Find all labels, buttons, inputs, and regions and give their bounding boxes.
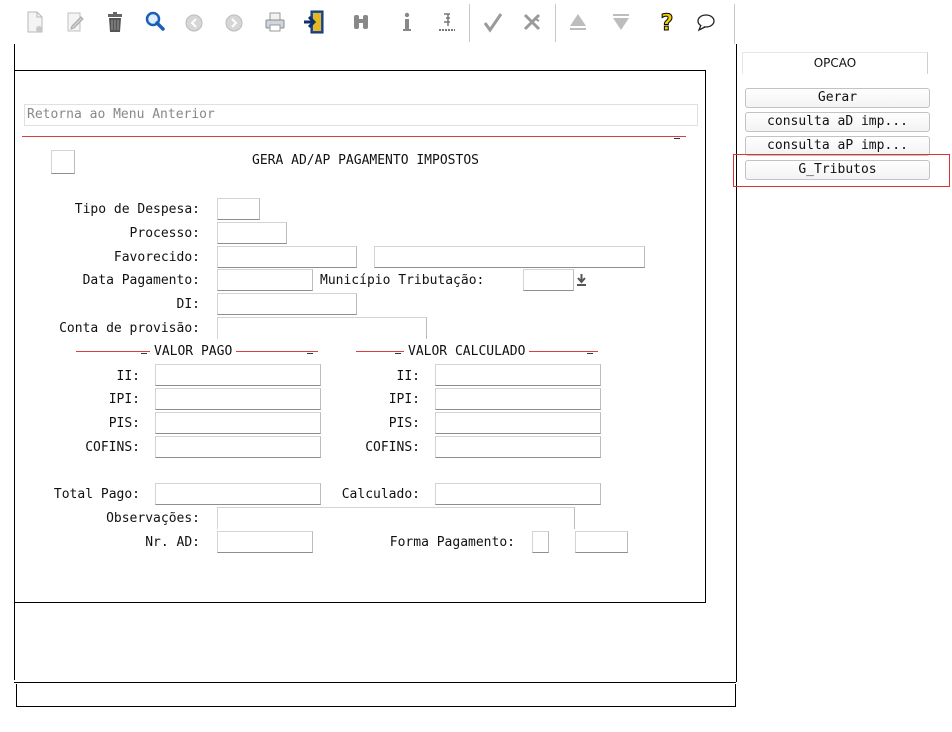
calculado-input[interactable] [435, 483, 601, 505]
pago-cofins-input[interactable] [155, 436, 321, 458]
observacoes-label: Observações: [106, 511, 200, 526]
calc-ii-input[interactable] [435, 364, 601, 386]
status-frame-bottom [16, 706, 736, 707]
valor-pago-mark [307, 353, 313, 354]
trash-icon[interactable] [100, 6, 130, 38]
pago-pis-label: PIS: [108, 416, 140, 431]
form-checkbox[interactable] [51, 150, 75, 174]
total-pago-input[interactable] [155, 483, 321, 505]
calc-cofins-label: COFINS: [365, 440, 420, 455]
processo-input[interactable] [217, 222, 287, 244]
calc-ipi-input[interactable] [435, 388, 601, 410]
total-pago-label: Total Pago: [53, 487, 140, 502]
scroll-down-icon[interactable] [606, 6, 636, 38]
valor-calculado-mark-left [395, 353, 401, 354]
di-input[interactable] [217, 293, 357, 315]
conta-provisao-label: Conta de provisão: [59, 321, 200, 336]
gerar-button[interactable]: Gerar [745, 88, 930, 108]
calc-pis-label: PIS: [388, 416, 420, 431]
data-pagamento-input[interactable] [217, 269, 313, 291]
forma-pagamento-desc-input[interactable] [575, 531, 628, 553]
favorecido-code-input[interactable] [217, 246, 357, 268]
calculado-label: Calculado: [341, 487, 420, 502]
tipo-despesa-label: Tipo de Despesa: [74, 202, 200, 217]
di-label: DI: [176, 297, 200, 312]
next-icon[interactable] [219, 6, 249, 38]
data-pagamento-label: Data Pagamento: [82, 273, 200, 288]
cancel-icon[interactable] [517, 6, 547, 38]
edit-icon[interactable] [60, 6, 90, 38]
info-icon[interactable] [392, 6, 422, 38]
status-frame-left [16, 684, 17, 707]
outer-frame-right [736, 44, 737, 682]
pago-ii-input[interactable] [155, 364, 321, 386]
g-tributos-highlight [733, 154, 950, 187]
conta-provisao-input[interactable] [217, 317, 427, 339]
status-frame-right [735, 684, 736, 707]
pago-cofins-label: COFINS: [85, 440, 140, 455]
consulta-ad-button[interactable]: consulta aD imp... [745, 112, 930, 132]
toolbar-separator [555, 4, 556, 42]
outer-frame-bottom [14, 682, 736, 683]
valor-calculado-title: VALOR CALCULADO [404, 343, 530, 361]
ruler-icon[interactable] [432, 6, 462, 38]
valor-pago-title: VALOR PAGO [150, 343, 237, 361]
consulta-ap-button[interactable]: consulta aP imp... [745, 136, 930, 156]
pago-pis-input[interactable] [155, 412, 321, 434]
forma-pagamento-code-input[interactable] [532, 531, 549, 553]
confirm-icon[interactable] [478, 6, 508, 38]
binoculars-icon[interactable] [346, 6, 376, 38]
new-document-icon[interactable] [20, 6, 50, 38]
observacoes-input[interactable] [217, 507, 575, 529]
municipio-label: Município Tributação: [320, 273, 485, 288]
nr-ad-input[interactable] [217, 531, 313, 553]
pago-ipi-label: IPI: [108, 392, 140, 407]
favorecido-name-input[interactable] [374, 246, 645, 268]
search-icon[interactable] [140, 6, 170, 38]
exit-icon[interactable] [299, 6, 329, 38]
valor-pago-mark-left [141, 353, 147, 354]
calc-pis-input[interactable] [435, 412, 601, 434]
chat-icon[interactable] [691, 6, 721, 38]
options-tab[interactable]: OPCAO [742, 52, 928, 74]
pago-ipi-input[interactable] [155, 388, 321, 410]
scroll-up-icon[interactable] [563, 6, 593, 38]
divider-mark [674, 138, 680, 139]
tipo-despesa-input[interactable] [217, 198, 260, 220]
calc-cofins-input[interactable] [435, 436, 601, 458]
print-icon[interactable] [260, 6, 290, 38]
calc-ipi-label: IPI: [388, 392, 420, 407]
forma-pagamento-label: Forma Pagamento: [389, 535, 515, 550]
nr-ad-label: Nr. AD: [145, 535, 200, 550]
processo-label: Processo: [129, 226, 200, 241]
municipio-select[interactable] [523, 269, 574, 291]
toolbar-end-separator [734, 4, 735, 44]
previous-icon[interactable] [179, 6, 209, 38]
valor-calculado-mark [587, 353, 593, 354]
svg-text:?: ? [661, 11, 674, 35]
pago-ii-label: II: [116, 369, 140, 384]
calc-ii-label: II: [396, 369, 420, 384]
favorecido-label: Favorecido: [113, 250, 200, 265]
download-arrow-icon[interactable] [576, 273, 587, 291]
return-menu-field[interactable]: Retorna ao Menu Anterior [24, 104, 698, 126]
divider-line [22, 136, 686, 137]
form-title: GERA AD/AP PAGAMENTO IMPOSTOS [252, 153, 479, 168]
toolbar-separator [469, 4, 470, 42]
help-icon[interactable]: ? [652, 6, 682, 38]
